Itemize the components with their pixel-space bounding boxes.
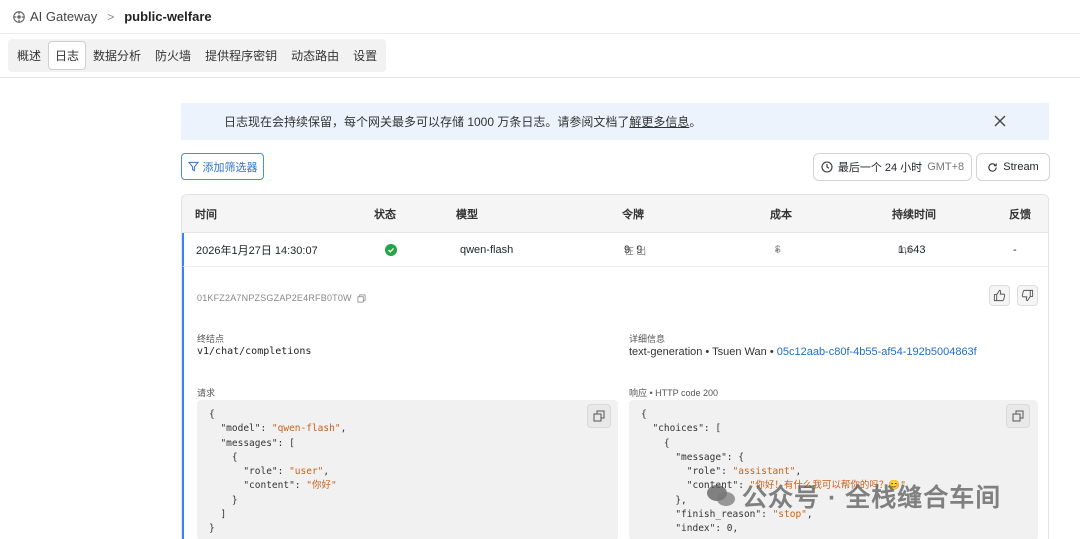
timezone-label: GMT+8 [927, 161, 965, 173]
request-line: "model": "qwen-flash", [209, 423, 347, 435]
tab-4[interactable]: 提供程序密钥 [198, 41, 284, 70]
request-line: { [209, 409, 215, 420]
add-filter-button[interactable]: 添加筛选器 [181, 153, 264, 180]
copy-request-button[interactable] [587, 404, 611, 428]
response-line: "message": { [641, 451, 744, 463]
details-text: text-generation • Tsuen Wan • [629, 346, 777, 358]
details-label: 详细信息 [629, 334, 666, 344]
row-feedback: - [1013, 243, 1017, 256]
tab-3[interactable]: 防火墙 [148, 41, 198, 70]
copy-response-button[interactable] [1006, 404, 1030, 428]
tab-1[interactable]: 日志 [48, 41, 87, 70]
request-line: "messages": [ [209, 437, 295, 449]
request-line: ] [209, 509, 227, 521]
copy-icon[interactable] [357, 294, 366, 303]
tab-bar: 概述 日志 数据分析 防火墙 提供程序密钥 动态路由 设置 [0, 34, 1080, 78]
row-tokens: 9 在 9 出 [624, 244, 646, 258]
response-label: 响应 • HTTP code 200 [629, 388, 719, 398]
time-range-button[interactable]: 最后一个 24 小时 GMT+8 [813, 153, 972, 181]
header-tokens[interactable]: 令牌 [622, 206, 644, 222]
request-line: "role": "user", [209, 466, 330, 478]
duration-unit: ms [898, 244, 912, 255]
request-line: "content": "你好" [209, 480, 337, 492]
tab-6[interactable]: 设置 [346, 41, 384, 70]
thumbs-down-icon [1021, 289, 1034, 302]
response-body: { "choices": [ { "message": { "role": "a… [629, 400, 1038, 539]
tab-2[interactable]: 数据分析 [86, 41, 148, 70]
time-range-label: 最后一个 24 小时 [837, 162, 923, 174]
thumbs-up-icon [993, 289, 1006, 302]
clock-icon [821, 161, 833, 173]
tab-0[interactable]: 概述 [10, 41, 48, 70]
banner-text-after: 。 [689, 115, 702, 129]
table-header: 时间 状态 模型 令牌 成本 持续时间 反馈 [182, 195, 1048, 233]
row-time: 2026年1月27日 14:30:07 [196, 244, 318, 257]
header-feedback[interactable]: 反馈 [1009, 206, 1031, 222]
header-status[interactable]: 状态 [374, 206, 396, 222]
row-model: qwen-flash [460, 243, 514, 256]
header-duration[interactable]: 持续时间 [892, 206, 936, 222]
copy-icon [1012, 410, 1024, 422]
tabs: 概述 日志 数据分析 防火墙 提供程序密钥 动态路由 设置 [8, 39, 387, 72]
table-row[interactable]: 2026年1月27日 14:30:07 qwen-flash 9 在 9 出 $… [182, 233, 1048, 267]
banner-docs-link[interactable]: 解更多信息 [629, 115, 689, 129]
breadcrumb-separator: > [107, 9, 115, 24]
request-line: { [209, 451, 238, 463]
header-cost[interactable]: 成本 [770, 206, 792, 222]
tab-5[interactable]: 动态路由 [284, 41, 346, 70]
endpoint-value: v1/chat/completions [197, 346, 312, 357]
breadcrumb-gateway: public-welfare [124, 9, 212, 24]
request-id: 01KFZ2A7NPZSGZAP2E4RFB0T0W [197, 293, 366, 303]
tokens-out-unit: 出 [636, 246, 647, 257]
breadcrumb: AI Gateway > public-welfare [0, 0, 1080, 34]
endpoint-label: 终结点 [197, 334, 225, 344]
stream-button[interactable]: Stream [976, 153, 1050, 181]
details-value: text-generation • Tsuen Wan • 05c12aab-c… [629, 346, 977, 358]
header-model[interactable]: 模型 [456, 206, 478, 222]
response-line: "choices": [ [641, 423, 722, 435]
details-id-link[interactable]: 05c12aab-c80f-4b55-af54-192b5004863f [777, 346, 977, 358]
wechat-icon [707, 485, 735, 506]
thumbs-up-button[interactable] [989, 285, 1010, 306]
watermark-text: 公众号 · 全栈缝合车间 [742, 484, 1002, 512]
copy-icon [593, 410, 605, 422]
request-line: } [209, 494, 238, 506]
add-filter-label: 添加筛选器 [202, 161, 258, 174]
breadcrumb-app[interactable]: AI Gateway [30, 9, 97, 24]
banner-text: 日志现在会持续保留，每个网关最多可以存储 1000 万条日志。请参阅文档了解更多… [224, 113, 701, 130]
request-label: 请求 [197, 388, 216, 398]
request-body: { "model": "qwen-flash", "messages": [ {… [197, 400, 618, 539]
thumbs-down-button[interactable] [1017, 285, 1038, 306]
info-banner: 日志现在会持续保留，每个网关最多可以存储 1000 万条日志。请参阅文档了解更多… [181, 103, 1049, 140]
tokens-in-unit: 在 [624, 246, 634, 257]
response-line: "index": 0, [641, 523, 739, 535]
close-icon[interactable] [993, 114, 1007, 128]
gateway-logo-icon [13, 10, 25, 23]
filter-icon [187, 161, 199, 172]
stream-label: Stream [1003, 161, 1039, 173]
header-time[interactable]: 时间 [195, 206, 217, 222]
banner-text-before: 日志现在会持续保留，每个网关最多可以存储 1000 万条日志。请参阅文档了 [224, 115, 630, 129]
watermark: 公众号 · 全栈缝合车间 [706, 478, 1001, 514]
cost-value: - [775, 243, 779, 256]
request-id-text: 01KFZ2A7NPZSGZAP2E4RFB0T0W [197, 293, 352, 303]
refresh-icon [988, 162, 997, 172]
request-line: } [209, 523, 215, 535]
response-line: { [641, 437, 670, 449]
response-line: { [641, 409, 647, 420]
